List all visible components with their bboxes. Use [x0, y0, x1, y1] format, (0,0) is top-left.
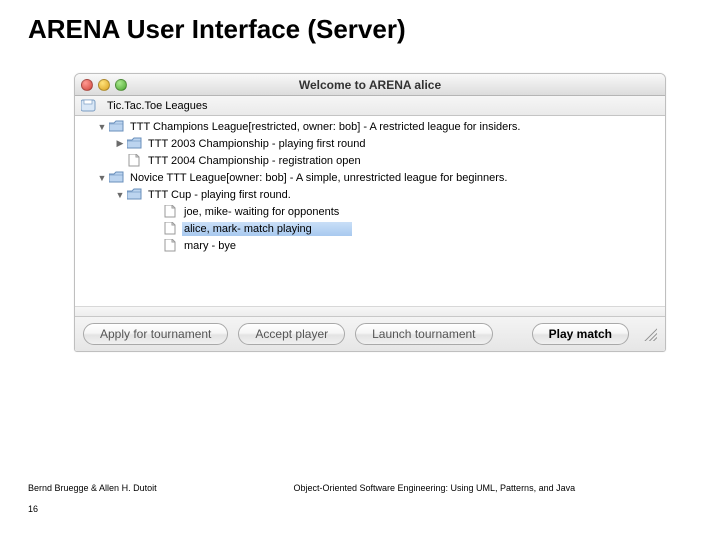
launch-tournament-button[interactable]: Launch tournament — [355, 323, 492, 345]
disk-icon — [81, 99, 96, 112]
file-icon — [163, 205, 178, 218]
slide-footer: Bernd Bruegge & Allen H. Dutoit 16 Objec… — [28, 483, 692, 514]
tree-row-mary[interactable]: mary - bye — [75, 237, 665, 254]
tree-row-label: TTT Cup - playing first round. — [146, 188, 293, 202]
resize-grip-icon[interactable] — [643, 327, 657, 341]
titlebar[interactable]: Welcome to ARENA alice — [75, 74, 665, 96]
tree-row-joemike[interactable]: joe, mike- waiting for opponents — [75, 203, 665, 220]
footer-author: Bernd Bruegge & Allen H. Dutoit — [28, 483, 157, 493]
footer-page: 16 — [28, 504, 157, 514]
tree-row-label: joe, mike- waiting for opponents — [182, 205, 341, 219]
root-label: Tic.Tac.Toe Leagues — [105, 99, 209, 113]
tree-row-alice[interactable]: alice, mark- match playing — [75, 220, 665, 237]
file-icon — [163, 239, 178, 252]
tree-row-label: Novice TTT League[owner: bob] - A simple… — [128, 171, 509, 185]
file-icon — [127, 154, 142, 167]
slide-title: ARENA User Interface (Server) — [0, 0, 720, 55]
accept-player-button[interactable]: Accept player — [238, 323, 345, 345]
button-bar: Apply for tournament Accept player Launc… — [75, 316, 665, 351]
disclosure-down-icon[interactable]: ▼ — [115, 190, 125, 200]
apply-tournament-button[interactable]: Apply for tournament — [83, 323, 228, 345]
disclosure-down-icon[interactable]: ▼ — [97, 122, 107, 132]
file-icon — [163, 222, 178, 235]
tree-header: Tic.Tac.Toe Leagues — [75, 96, 665, 116]
tree-row-2004[interactable]: TTT 2004 Championship - registration ope… — [75, 152, 665, 169]
tree-row-label: alice, mark- match playing — [182, 222, 352, 236]
tree-row-label: TTT Champions League[restricted, owner: … — [128, 120, 523, 134]
tree-row-2003[interactable]: ▶ TTT 2003 Championship - playing first r… — [75, 135, 665, 152]
folder-icon — [109, 120, 124, 133]
league-tree[interactable]: ▼ TTT Champions League[restricted, owner:… — [75, 116, 665, 306]
tree-row-champ[interactable]: ▼ TTT Champions League[restricted, owner:… — [75, 118, 665, 135]
folder-icon — [127, 137, 142, 150]
footer-book: Object-Oriented Software Engineering: Us… — [157, 483, 692, 514]
tree-row-novice[interactable]: ▼ Novice TTT League[owner: bob] - A simpl… — [75, 169, 665, 186]
tree-row-cup[interactable]: ▼ TTT Cup - playing first round. — [75, 186, 665, 203]
minimize-icon[interactable] — [98, 79, 110, 91]
tree-row-label: TTT 2004 Championship - registration ope… — [146, 154, 363, 168]
arena-window: Welcome to ARENA alice Tic.Tac.Toe Leagu… — [74, 73, 666, 352]
zoom-icon[interactable] — [115, 79, 127, 91]
disclosure-right-icon[interactable]: ▶ — [115, 138, 125, 149]
folder-icon — [109, 171, 124, 184]
play-match-button[interactable]: Play match — [532, 323, 629, 345]
disclosure-down-icon[interactable]: ▼ — [97, 173, 107, 183]
window-title: Welcome to ARENA alice — [75, 78, 665, 92]
folder-icon — [127, 188, 142, 201]
close-icon[interactable] — [81, 79, 93, 91]
tree-row-label: TTT 2003 Championship - playing first ro… — [146, 137, 367, 151]
divider — [75, 306, 665, 316]
tree-row-label: mary - bye — [182, 239, 238, 253]
